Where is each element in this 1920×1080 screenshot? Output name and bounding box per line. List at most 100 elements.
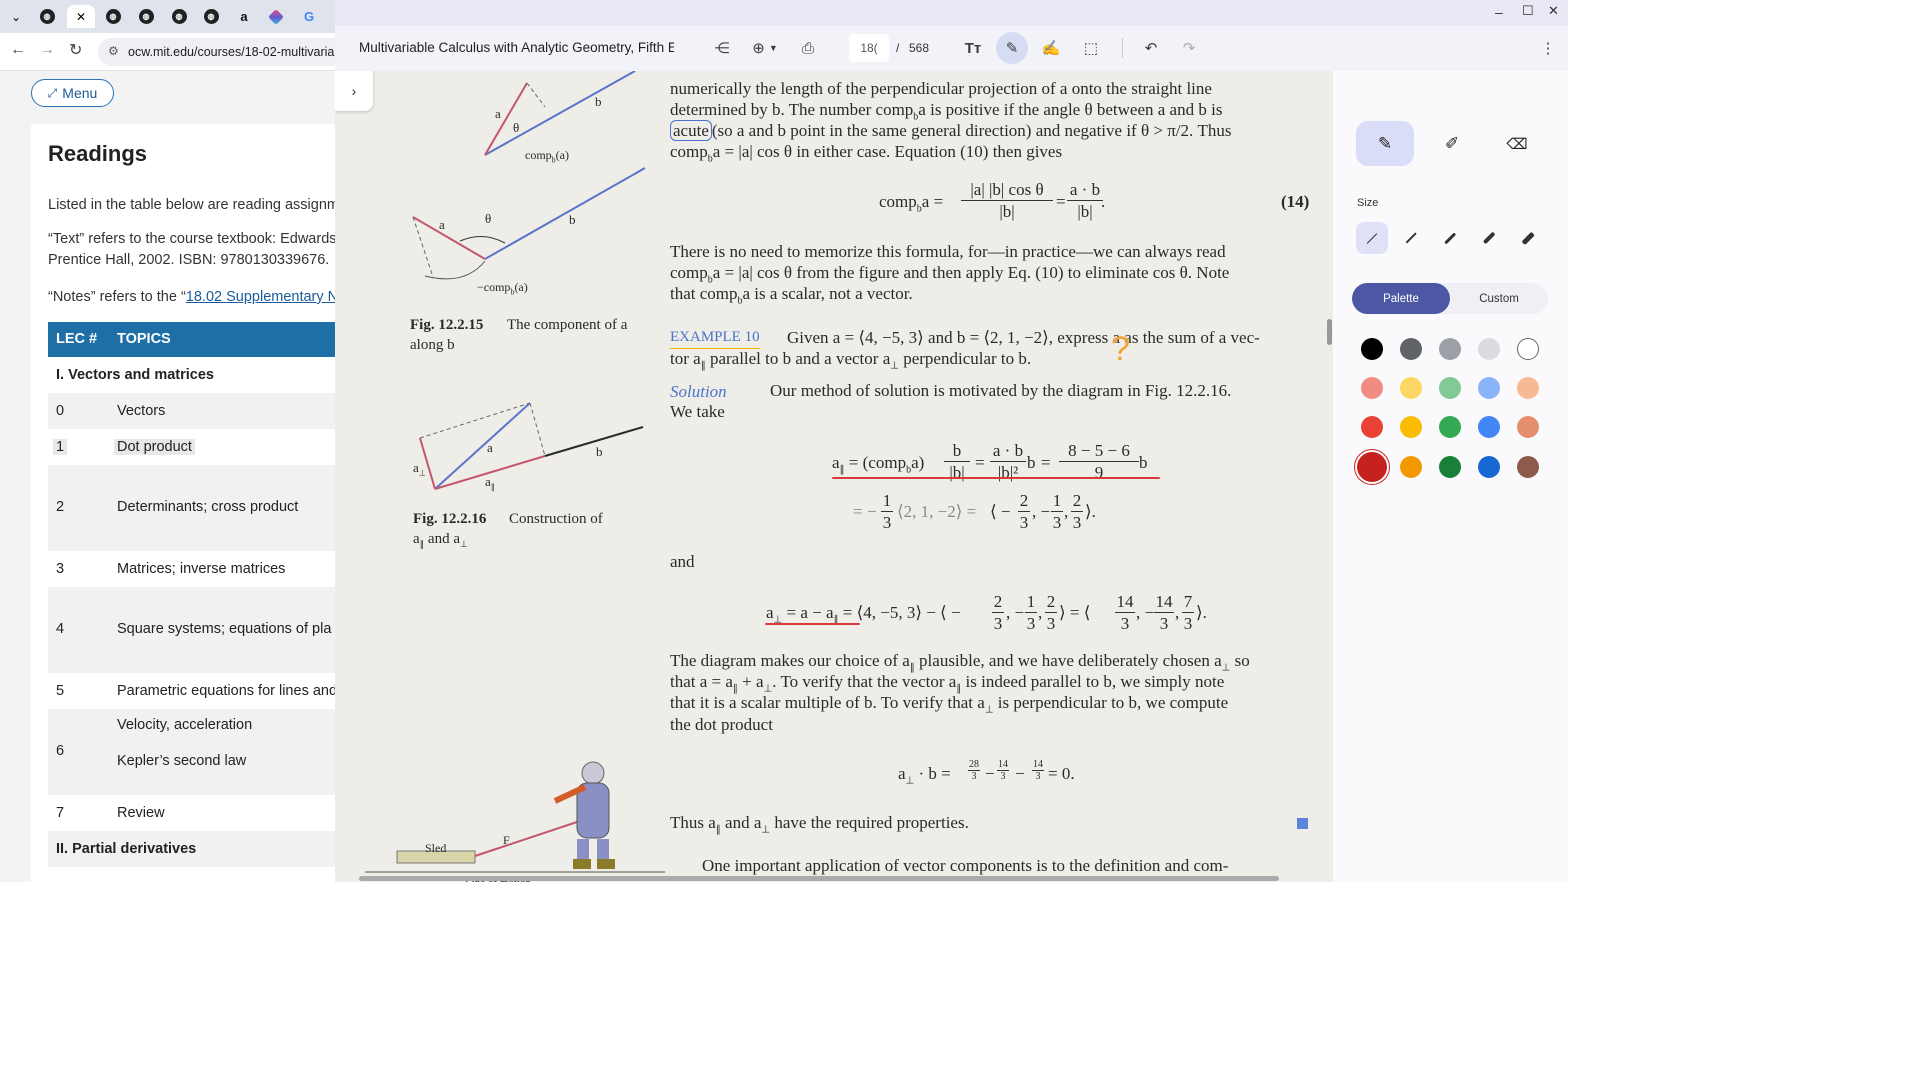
color-swatch[interactable] xyxy=(1478,456,1500,478)
minimize-icon[interactable]: – xyxy=(1495,4,1503,20)
fig-label-b: b xyxy=(596,444,603,459)
color-swatch[interactable] xyxy=(1400,338,1422,360)
tab-8[interactable] xyxy=(262,5,290,28)
tab-1[interactable]: ◍ xyxy=(33,5,61,28)
book-para4: Thus a∥ and a⊥ have the required propert… xyxy=(670,813,969,836)
back-arrow-icon[interactable]: ← xyxy=(10,41,26,59)
text-annotation-icon[interactable]: Tт xyxy=(961,37,985,59)
color-swatch[interactable] xyxy=(1357,452,1387,482)
site-info-icon[interactable]: ⚙ xyxy=(108,44,119,58)
stroke-size-icon xyxy=(1521,231,1535,245)
color-swatch[interactable] xyxy=(1400,456,1422,478)
fig-label-a: a xyxy=(439,217,445,232)
color-swatch[interactable] xyxy=(1517,338,1539,360)
color-swatch[interactable] xyxy=(1478,416,1500,438)
tab-4[interactable]: ◍ xyxy=(132,5,160,28)
tab-custom[interactable]: Custom xyxy=(1450,283,1548,314)
color-swatch[interactable] xyxy=(1400,416,1422,438)
pdf-page: › a θ b compb(a) a θ b −compb(a) Fig. 12… xyxy=(335,71,1333,882)
tab-active[interactable]: ✕ xyxy=(67,5,95,28)
menu-button[interactable]: ⤢ Menu xyxy=(31,79,114,107)
color-swatch[interactable] xyxy=(1478,338,1500,360)
horizontal-scrollbar[interactable] xyxy=(359,876,1279,881)
tab-7[interactable]: a xyxy=(230,5,258,28)
eraser-tool-button[interactable]: ⌫ xyxy=(1488,121,1546,166)
color-swatch[interactable] xyxy=(1517,416,1539,438)
and-text: and xyxy=(670,552,695,571)
maximize-icon[interactable]: ☐ xyxy=(1522,3,1534,19)
color-swatch[interactable] xyxy=(1439,377,1461,399)
undo-icon[interactable]: ↶ xyxy=(1139,37,1163,59)
pen-size-option[interactable] xyxy=(1473,222,1505,254)
tab-3[interactable]: ◍ xyxy=(99,5,127,28)
component-brace xyxy=(424,260,486,280)
annotation-panel: ✎ ✐ ⌫ Size Palette Custom xyxy=(1333,71,1568,882)
page-separator: / xyxy=(896,41,900,55)
pdf-favicon: ◍ xyxy=(138,9,154,24)
pen-size-option[interactable] xyxy=(1356,222,1388,254)
tab-palette[interactable]: Palette xyxy=(1352,283,1450,314)
tab-6[interactable]: ◍ xyxy=(197,5,225,28)
tab-9[interactable]: G xyxy=(295,5,323,28)
page-total: 568 xyxy=(909,41,930,55)
pen-tool-button[interactable]: ✎ xyxy=(1356,121,1414,166)
share-icon[interactable]: ⋲ xyxy=(710,37,734,59)
print-icon[interactable]: ⎙ xyxy=(796,37,820,59)
chevron-down-icon: ▼ xyxy=(768,43,778,53)
address-bar[interactable]: ⚙ ocw.mit.edu/courses/18-02-multivariabl… xyxy=(98,38,358,66)
redo-icon[interactable]: ↷ xyxy=(1177,37,1201,59)
fig15-label: Fig. 12.2.15 xyxy=(410,317,484,333)
color-swatch[interactable] xyxy=(1439,456,1461,478)
page-number-input[interactable]: 18( xyxy=(849,34,889,62)
color-swatch[interactable] xyxy=(1439,416,1461,438)
example-label: EXAMPLE 10 xyxy=(670,327,760,349)
book-para2-1: There is no need to memorize this formul… xyxy=(670,242,1226,261)
palette-tabs: Palette Custom xyxy=(1352,283,1548,314)
pen-size-option[interactable] xyxy=(1434,222,1466,254)
signature-icon[interactable]: ✍ xyxy=(1039,37,1063,59)
eq-apar-b: b xyxy=(1027,453,1036,472)
color-swatch[interactable] xyxy=(1361,338,1383,360)
vector-b-line xyxy=(544,426,644,457)
color-swatch[interactable] xyxy=(1478,377,1500,399)
vertical-scrollbar[interactable] xyxy=(1327,319,1332,345)
expand-sidebar-button[interactable]: › xyxy=(335,71,373,111)
pen-size-option[interactable] xyxy=(1395,222,1427,254)
example-line-1: Given a = ⟨4, −5, 3⟩ and b = ⟨2, 1, −2⟩,… xyxy=(787,328,1260,347)
fig15-caption: The component of a xyxy=(507,317,628,333)
color-swatch[interactable] xyxy=(1439,338,1461,360)
window-close-icon[interactable]: ✕ xyxy=(1548,3,1559,19)
close-icon[interactable]: ✕ xyxy=(76,10,86,24)
color-swatch[interactable] xyxy=(1517,456,1539,478)
tab-5[interactable]: ◍ xyxy=(165,5,193,28)
table-row: 0 Vectors xyxy=(48,393,335,429)
red-underline-annotation xyxy=(832,477,1160,479)
color-swatch[interactable] xyxy=(1361,377,1383,399)
pdf-favicon: ◍ xyxy=(39,9,55,24)
forward-arrow-icon[interactable]: → xyxy=(39,41,55,59)
pen-size-option[interactable] xyxy=(1512,222,1544,254)
selection-icon[interactable]: ⬚ xyxy=(1079,37,1103,59)
pdf-document-title: Multivariable Calculus with Analytic Geo… xyxy=(359,40,674,55)
supplementary-notes-link[interactable]: 18.02 Supplementary N xyxy=(186,289,335,305)
eq-aperp: a⊥ = a − a∥ = ⟨4, −5, 3⟩ − ⟨ − xyxy=(766,603,961,626)
color-swatch[interactable] xyxy=(1400,377,1422,399)
fig-label-theta: θ xyxy=(513,120,520,135)
tab-search-button[interactable]: ⌄ xyxy=(2,5,30,28)
eq-frac: 23 xyxy=(1018,491,1030,532)
more-options-icon[interactable]: ⋮ xyxy=(1536,37,1560,59)
eq-frac: 28 3 xyxy=(968,759,980,782)
color-swatch[interactable] xyxy=(1361,416,1383,438)
draw-icon[interactable]: ✎ xyxy=(996,32,1028,64)
book-line-1: numerically the length of the perpendicu… xyxy=(670,79,1212,98)
highlighter-tool-button[interactable]: ✐ xyxy=(1423,121,1481,166)
color-swatch[interactable] xyxy=(1517,377,1539,399)
fig-label-a: a xyxy=(495,106,501,121)
eq-sep: , − xyxy=(1032,502,1051,521)
reload-icon[interactable]: ↻ xyxy=(69,40,82,60)
red-underline-annotation xyxy=(765,623,860,625)
projection-dash xyxy=(526,82,546,108)
zoom-icon[interactable]: ⊕ ▼ xyxy=(746,37,784,59)
eq-frac: 14 3 xyxy=(1032,759,1044,782)
eq-frac: 13 xyxy=(1051,491,1063,532)
